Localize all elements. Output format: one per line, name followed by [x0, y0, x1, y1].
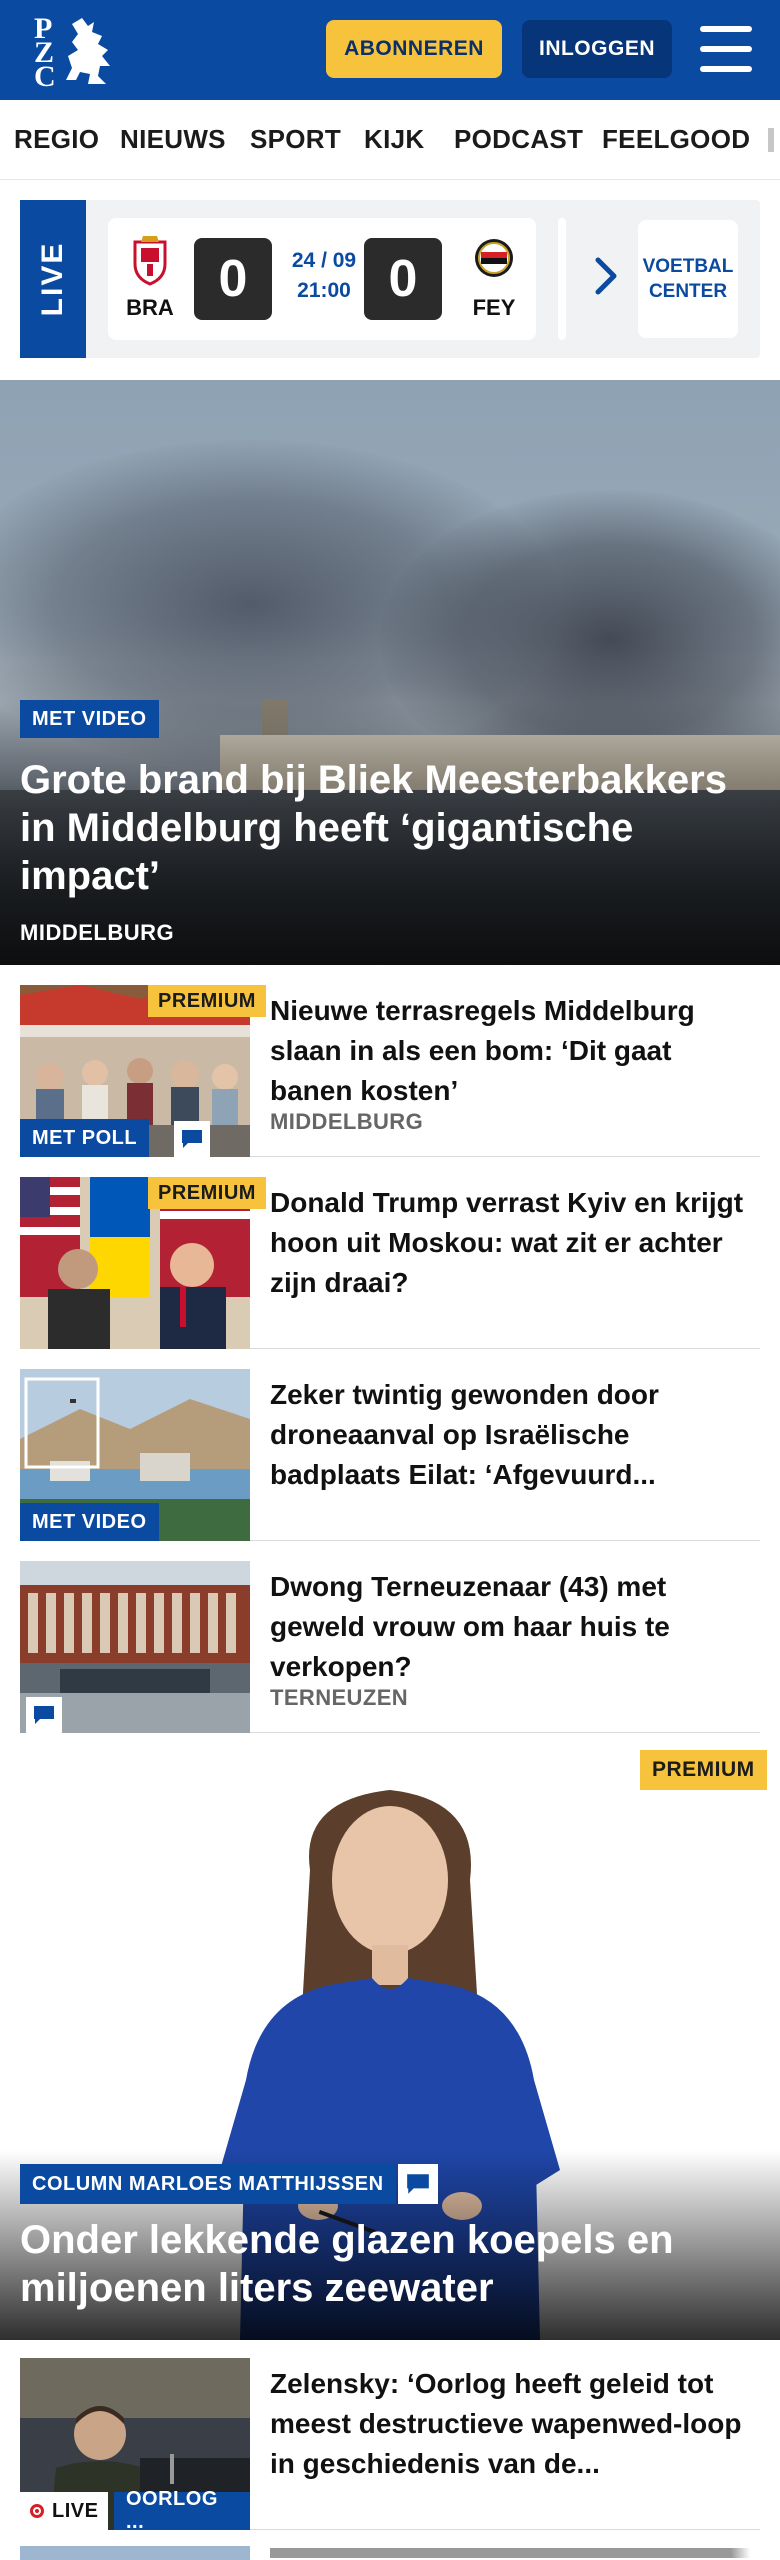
nav-item-feelgood[interactable]: FEELGOOD	[602, 124, 750, 155]
live-score-widget: LIVE BRA 0 24 / 09 21:00 0 FEY VOETBAL C…	[20, 200, 760, 358]
home-team: BRA	[120, 236, 180, 321]
voetbal-center-line1: VOETBAL	[642, 256, 734, 277]
braga-crest-icon	[133, 236, 167, 286]
nav-overflow-indicator	[768, 128, 774, 152]
hero-title[interactable]: Grote brand bij Bliek Meesterbakkers in …	[20, 756, 760, 900]
comment-icon	[26, 1697, 62, 1733]
hero-article[interactable]: MET VIDEO Grote brand bij Bliek Meesterb…	[0, 380, 780, 965]
article-title[interactable]: Zeker twintig gewonden door droneaanval …	[270, 1375, 760, 1495]
live-label: LIVE	[52, 2499, 99, 2522]
article-title[interactable]: Donald Trump verrast Kyiv en krijgt hoon…	[270, 1183, 760, 1303]
nav-item-regio[interactable]: REGIO	[14, 124, 99, 155]
match-time: 21:00	[297, 279, 351, 302]
article-location: MIDDELBURG	[270, 1109, 424, 1134]
nav-item-sport[interactable]: SPORT	[250, 124, 341, 155]
voetbal-center-line2: CENTER	[648, 281, 728, 302]
menu-bar	[700, 26, 752, 32]
column-title[interactable]: Onder lekkende glazen koepels en miljoen…	[20, 2216, 760, 2312]
next-article-peek	[20, 2546, 760, 2560]
premium-badge: PREMIUM	[640, 1750, 767, 1790]
column-article[interactable]: PREMIUM COLUMN MARLOES MATTHIJSSEN Onder…	[0, 1750, 780, 2340]
chevron-right-icon[interactable]	[592, 256, 622, 296]
article-row[interactable]: MET VIDEO Zeker twintig gewonden door dr…	[20, 1369, 760, 1541]
login-button[interactable]: INLOGGEN	[522, 20, 672, 78]
hero-location: MIDDELBURG	[20, 920, 175, 945]
article-title[interactable]: Nieuwe terrasregels Middelburg slaan in …	[270, 991, 760, 1111]
premium-badge: PREMIUM	[148, 985, 266, 1017]
article-row[interactable]: Dwong Terneuzenaar (43) met geweld vrouw…	[20, 1561, 760, 1733]
pzc-logo[interactable]: P Z C	[28, 14, 118, 92]
live-tag-label: LIVE	[36, 241, 69, 317]
comment-icon	[174, 1121, 210, 1157]
article-title[interactable]: Dwong Terneuzenaar (43) met geweld vrouw…	[270, 1567, 760, 1687]
column-badge: COLUMN MARLOES MATTHIJSSEN	[20, 2164, 396, 2204]
voetbal-center-link[interactable]: VOETBAL CENTER	[638, 220, 738, 338]
topic-badge: OORLOG ...	[114, 2488, 250, 2533]
menu-bar	[700, 46, 752, 52]
video-badge: MET VIDEO	[20, 700, 159, 738]
live-badge: LIVE	[20, 2492, 109, 2530]
site-header: P Z C ABONNEREN INLOGGEN	[0, 0, 780, 100]
match-datetime: 24 / 09 21:00	[284, 246, 364, 306]
article-location: TERNEUZEN	[270, 1685, 409, 1710]
comment-icon	[398, 2164, 438, 2204]
article-row[interactable]: PREMIUM MET POLL Nieuwe terrasregels Mid…	[20, 985, 760, 1157]
article-row[interactable]: PREMIUM Donald Trump verrast Kyiv en kri…	[20, 1177, 760, 1349]
article-title[interactable]: Zelensky: ‘Oorlog heeft geleid tot meest…	[270, 2364, 760, 2484]
nav-item-podcast[interactable]: PODCAST	[454, 124, 583, 155]
live-tag: LIVE	[20, 200, 86, 358]
main-nav: REGIO NIEUWS SPORT KIJK PODCAST FEELGOOD	[0, 100, 780, 180]
feyenoord-crest-icon	[475, 239, 513, 277]
poll-badge: MET POLL	[20, 1119, 150, 1157]
nav-item-kijk[interactable]: KIJK	[364, 124, 424, 155]
hamburger-menu-icon[interactable]	[700, 26, 752, 72]
lion-emblem-icon	[66, 18, 110, 84]
away-score: 0	[364, 238, 442, 320]
video-badge: MET VIDEO	[20, 1503, 159, 1541]
home-score: 0	[194, 238, 272, 320]
nav-item-nieuws[interactable]: NIEUWS	[120, 124, 226, 155]
premium-badge: PREMIUM	[148, 1177, 266, 1209]
logo-letter-c: C	[34, 60, 56, 93]
next-card-edge	[558, 218, 566, 340]
away-team-abbr: FEY	[472, 295, 516, 320]
match-date: 24 / 09	[291, 249, 357, 272]
away-team: FEY	[464, 236, 524, 321]
home-team-abbr: BRA	[126, 295, 174, 320]
subscribe-button[interactable]: ABONNEREN	[326, 20, 502, 78]
match-card[interactable]: BRA 0 24 / 09 21:00 0 FEY	[108, 218, 536, 340]
article-row[interactable]: LIVE OORLOG ... Zelensky: ‘Oorlog heeft …	[20, 2358, 760, 2533]
menu-bar	[700, 66, 752, 72]
live-dot-icon	[30, 2504, 44, 2518]
